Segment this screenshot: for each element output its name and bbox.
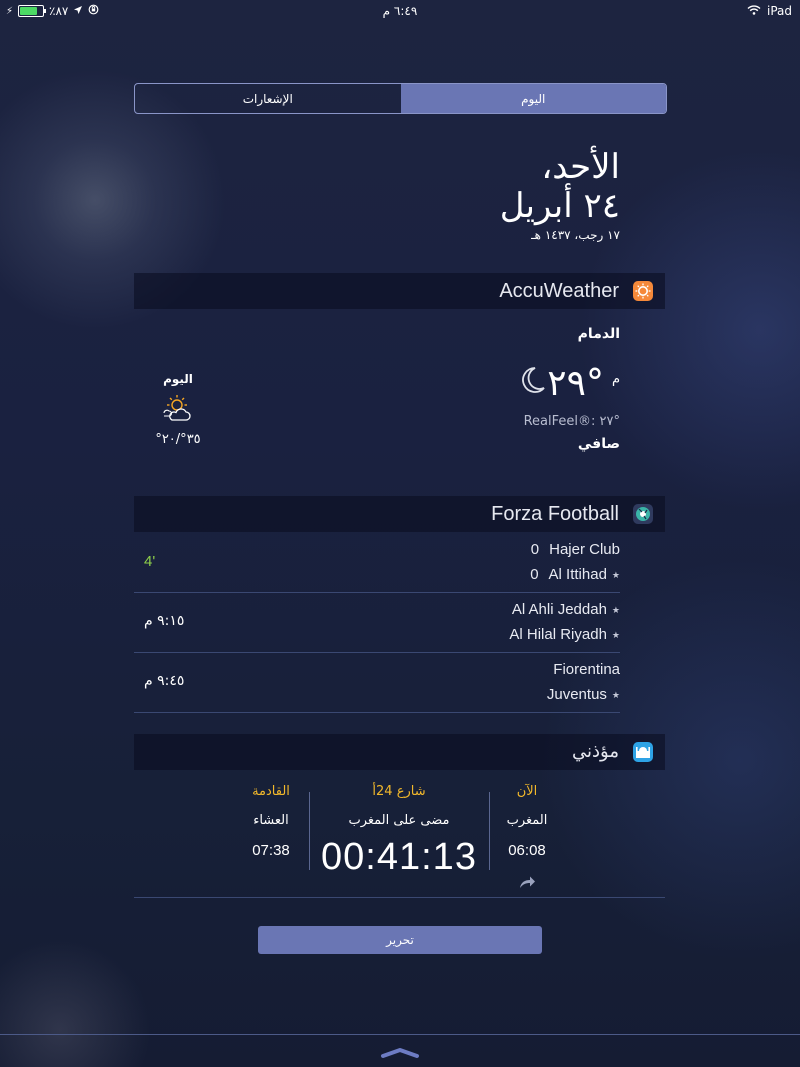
current-temperature-row: ٢٩° م <box>517 364 620 407</box>
away-score: 0 <box>530 566 539 583</box>
current-prayer: الآن المغرب 06:08 <box>492 784 562 859</box>
forza-football-app-icon <box>633 504 653 524</box>
date-header: الأحد، ٢٤ أبريل ١٧ رجب، ١٤٣٧ هـ <box>500 148 620 242</box>
prayer-widget-header[interactable]: مؤذني <box>134 734 665 770</box>
home-team-name: Fiorentina <box>553 661 620 678</box>
home-team-name: Hajer Club <box>549 541 620 558</box>
bottom-divider <box>0 1034 800 1035</box>
away-team: 0 Al Ittihad ★ <box>530 566 620 583</box>
current-prayer-time: 06:08 <box>508 842 546 859</box>
temperature-unit: م <box>611 372 620 387</box>
moon-icon <box>517 364 547 407</box>
forza-football-widget-header[interactable]: Forza Football <box>134 496 665 532</box>
away-team-name: Juventus <box>546 686 607 703</box>
current-temperature: ٢٩° <box>547 363 604 404</box>
home-team: 0 Hajer Club <box>531 541 620 558</box>
away-team-name: Al Ittihad <box>548 566 607 583</box>
match-time: ٩:١٥ م <box>144 613 185 629</box>
location-label: شارع 24أ <box>372 784 426 799</box>
current-prayer-name: المغرب <box>506 813 548 828</box>
tab-today[interactable]: اليوم <box>400 84 666 113</box>
widget-title: AccuWeather <box>499 280 619 302</box>
match-row[interactable]: 0 Hajer Club 0 Al Ittihad ★ 4' <box>134 532 620 593</box>
home-score: 0 <box>530 541 540 558</box>
favorite-star-icon: ★ <box>611 569 620 580</box>
weather-city: الدمام <box>577 326 620 342</box>
forecast-hi-lo: ٣٥°/٢٠° <box>155 432 201 447</box>
away-team-name: Al Hilal Riyadh <box>509 626 607 643</box>
home-team: Fiorentina <box>553 661 620 678</box>
device-name: iPad <box>766 4 792 18</box>
widget-title: Forza Football <box>491 503 619 525</box>
wifi-icon <box>747 4 761 18</box>
chevron-grabber-icon[interactable] <box>380 1044 420 1058</box>
match-time: ٩:٤٥ م <box>144 673 185 689</box>
favorite-star-icon: ★ <box>611 604 620 615</box>
sun-cloud-icon <box>160 394 194 424</box>
status-bar: ⚡ ٪٨٧ ٦:٤٩ م iPad <box>0 0 800 22</box>
away-team: Al Hilal Riyadh ★ <box>509 626 620 643</box>
widget-title: مؤذني <box>572 741 619 762</box>
weekday: الأحد، <box>541 147 620 187</box>
accuweather-widget-header[interactable]: AccuWeather <box>134 273 665 309</box>
forecast-label: اليوم <box>163 372 193 386</box>
home-team: Al Ahli Jeddah ★ <box>512 601 620 618</box>
next-prayer-time: 07:38 <box>252 842 290 859</box>
next-prayer: القادمة العشاء 07:38 <box>236 784 306 859</box>
status-time: ٦:٤٩ م <box>382 4 418 18</box>
match-row[interactable]: Fiorentina Juventus ★ ٩:٤٥ م <box>134 652 620 713</box>
elapsed-since-prayer: شارع 24أ مضى على المغرب 00:41:13 <box>310 784 488 879</box>
tab-notifications[interactable]: الإشعارات <box>135 84 401 113</box>
elapsed-label: مضى على المغرب <box>348 813 450 828</box>
home-team-name: Al Ahli Jeddah <box>511 601 607 618</box>
prayer-app-icon <box>633 742 653 762</box>
away-team: Juventus ★ <box>547 686 620 703</box>
match-minute: 4' <box>144 553 156 570</box>
current-prayer-label: الآن <box>516 784 538 799</box>
today-notifications-segment: الإشعارات اليوم <box>134 83 667 114</box>
next-prayer-label: القادمة <box>252 784 290 799</box>
share-icon[interactable] <box>518 874 536 888</box>
edit-button[interactable]: تحرير <box>258 926 542 954</box>
widget-separator <box>134 897 665 898</box>
gregorian-date: ٢٤ أبريل <box>499 186 620 226</box>
accuweather-app-icon <box>633 281 653 301</box>
weather-condition: صافي <box>577 436 620 452</box>
next-prayer-name: العشاء <box>253 813 289 828</box>
hijri-date: ١٧ رجب، ١٤٣٧ هـ <box>531 228 620 242</box>
prayer-divider <box>489 792 490 870</box>
elapsed-timer: 00:41:13 <box>321 836 477 878</box>
favorite-star-icon: ★ <box>611 689 620 700</box>
match-row[interactable]: Al Ahli Jeddah ★ Al Hilal Riyadh ★ ٩:١٥ م <box>134 592 620 653</box>
favorite-star-icon: ★ <box>611 629 620 640</box>
realfeel: RealFeel®: ٢٧° <box>523 414 620 429</box>
